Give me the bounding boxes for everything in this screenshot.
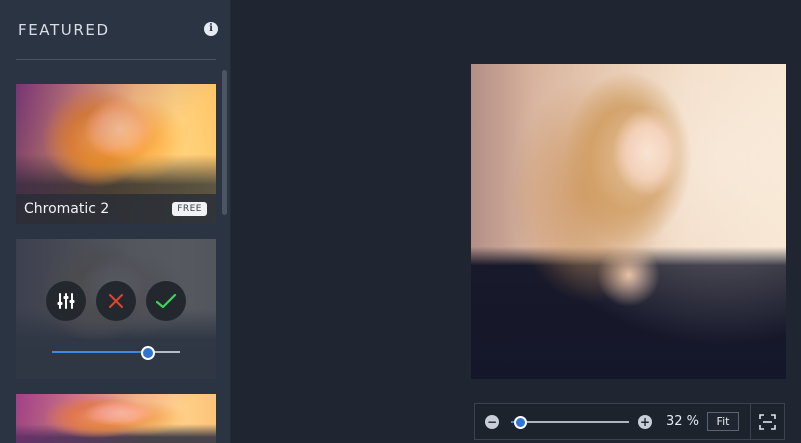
zoom-in-button[interactable]: + [638,415,652,429]
fullscreen-icon[interactable] [759,414,776,430]
filter-label-bar: Chromatic 2 FREE [16,194,216,224]
sliders-icon [57,293,75,309]
free-badge: FREE [172,202,207,216]
cancel-button[interactable] [96,281,136,321]
sidebar-scrollbar[interactable] [222,70,227,215]
sidebar-title: FEATURED [18,21,110,39]
filter-intensity-fill [52,351,148,353]
zoom-slider-thumb[interactable] [514,416,528,429]
zoom-toolbar: − + 32 % Fit [474,403,785,440]
filters-sidebar: FEATURED i Chromatic 2 FREE [0,0,231,443]
filter-card-active [16,239,216,379]
zoom-divider [750,404,751,439]
info-icon[interactable]: i [204,22,218,36]
filter-card[interactable] [16,394,216,443]
sidebar-divider [16,59,216,60]
zoom-slider[interactable] [511,416,629,429]
filter-intensity-thumb[interactable] [141,346,155,360]
zoom-level: 32 % [666,414,700,429]
fit-button[interactable]: Fit [707,412,739,431]
sidebar-header: FEATURED i [18,20,218,40]
minus-icon: − [486,415,498,429]
check-icon [155,293,177,309]
apply-button[interactable] [146,281,186,321]
filter-name: Chromatic 2 [24,201,110,217]
photo-haze [471,64,786,379]
adjust-button[interactable] [46,281,86,321]
canvas-photo [471,64,786,379]
filter-card-chromatic-2[interactable]: Chromatic 2 FREE [16,84,216,224]
filter-tint [16,394,216,443]
close-icon [109,294,123,308]
filter-intensity-slider[interactable] [52,346,180,360]
zoom-out-button[interactable]: − [485,415,499,429]
plus-icon: + [639,415,651,429]
